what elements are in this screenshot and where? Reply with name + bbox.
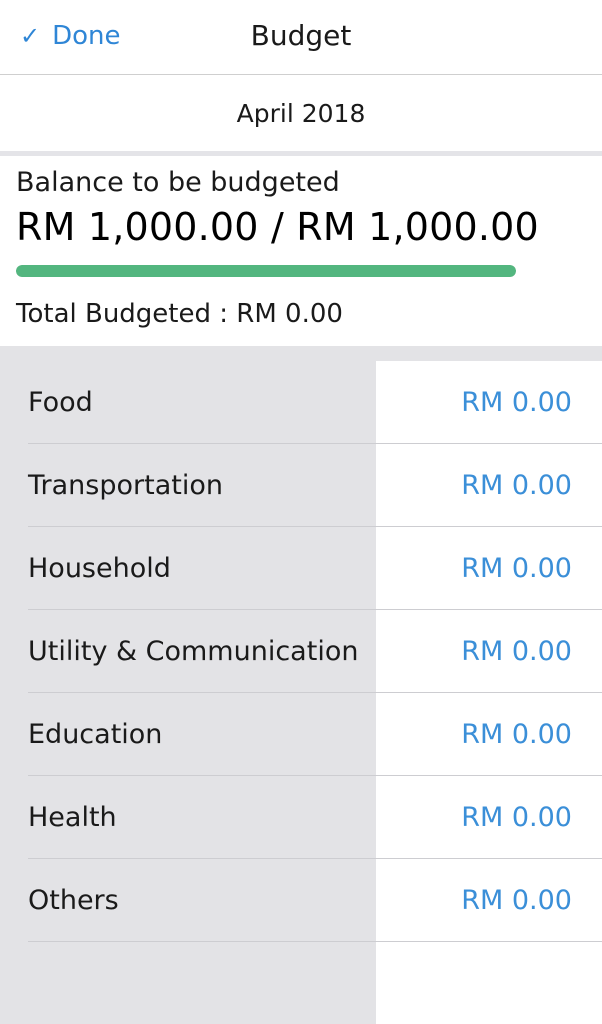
checkmark-icon: ✓	[20, 22, 41, 50]
category-amount-input[interactable]: RM 0.00	[461, 444, 572, 527]
category-amount-input[interactable]: RM 0.00	[461, 693, 572, 776]
category-label: Food	[28, 387, 93, 418]
month-label: April 2018	[236, 99, 366, 128]
navigation-bar: ✓ Done Budget	[0, 0, 602, 75]
budget-progress-bar	[16, 265, 516, 277]
balance-amount: RM 1,000.00 / RM 1,000.00	[16, 205, 539, 249]
category-label: Health	[28, 802, 117, 833]
category-amount-input[interactable]: RM 0.00	[461, 527, 572, 610]
category-label: Education	[28, 719, 163, 750]
category-row-transportation[interactable]: Transportation RM 0.00	[0, 444, 602, 527]
category-label: Others	[28, 885, 119, 916]
total-budgeted: Total Budgeted : RM 0.00	[16, 299, 343, 329]
done-button[interactable]: ✓ Done	[20, 16, 121, 56]
balance-label: Balance to be budgeted	[16, 167, 340, 198]
category-row-education[interactable]: Education RM 0.00	[0, 693, 602, 776]
done-label: Done	[52, 21, 121, 51]
category-amount-input[interactable]: RM 0.00	[461, 859, 572, 942]
category-list-area: Food RM 0.00 Transportation RM 0.00 Hous…	[0, 346, 602, 1024]
budget-summary: Balance to be budgeted RM 1,000.00 / RM …	[0, 161, 602, 346]
category-amount-input[interactable]: RM 0.00	[461, 610, 572, 693]
month-selector[interactable]: April 2018	[0, 76, 602, 156]
category-row-household[interactable]: Household RM 0.00	[0, 527, 602, 610]
category-amount-input[interactable]: RM 0.00	[461, 361, 572, 444]
category-label: Utility & Communication	[28, 636, 359, 667]
category-list: Food RM 0.00 Transportation RM 0.00 Hous…	[0, 361, 602, 942]
category-row-others[interactable]: Others RM 0.00	[0, 859, 602, 942]
budget-progress-fill	[16, 265, 516, 277]
category-row-utility-communication[interactable]: Utility & Communication RM 0.00	[0, 610, 602, 693]
category-label: Household	[28, 553, 171, 584]
category-amount-input[interactable]: RM 0.00	[461, 776, 572, 859]
category-row-food[interactable]: Food RM 0.00	[0, 361, 602, 444]
category-label: Transportation	[28, 470, 223, 501]
category-row-health[interactable]: Health RM 0.00	[0, 776, 602, 859]
